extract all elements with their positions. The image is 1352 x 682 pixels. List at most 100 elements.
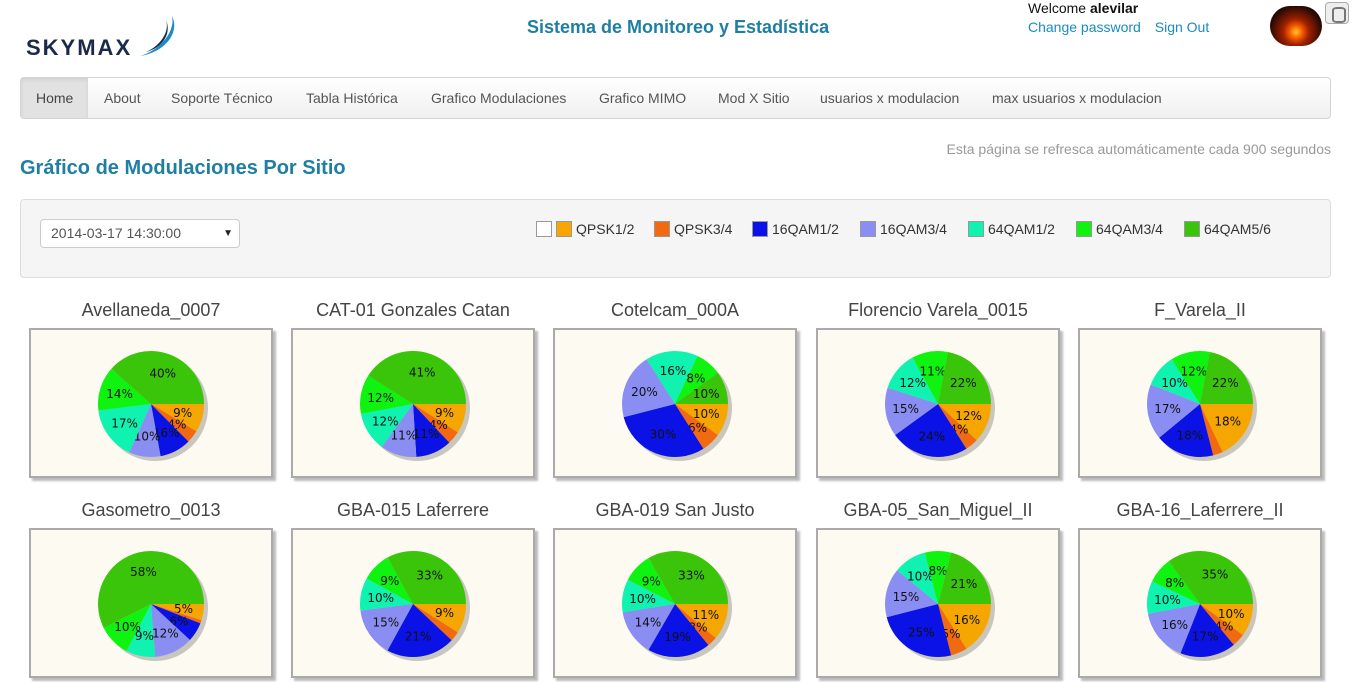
pie-slice-label: 12% [372, 415, 399, 429]
pie-chart-box: 9% 4% 16% 10% 17% 14% 40% [29, 328, 273, 478]
pie-slice-label: 58% [130, 565, 157, 579]
nav-grafico-mimo[interactable]: Grafico MIMO [584, 78, 701, 118]
page-header: SKYMAX Sistema de Monitoreo y Estadístic… [0, 0, 1352, 76]
pie-slice-label: 17% [1154, 402, 1181, 416]
pie-chart-box: 10% 4% 17% 16% 10% 8% 35% [1078, 528, 1322, 678]
pie-slice-label: 19% [664, 630, 691, 644]
chart-title: GBA-019 San Justo [595, 500, 755, 520]
date-select-value: 2014-03-17 14:30:00 [51, 225, 181, 241]
pie-slice-label: 12% [1181, 365, 1208, 379]
pie-slice-label: 24% [919, 429, 946, 443]
pie-slice-label: 10% [629, 592, 656, 606]
pie-slice-label: 15% [892, 402, 919, 416]
pie-chart-box: 12% 4% 24% 15% 12% 11% 22% [816, 328, 1060, 478]
chart-title: CAT-01 Gonzales Catan [316, 300, 510, 320]
chart-title: Florencio Varela_0015 [848, 300, 1028, 320]
nav-max-usuarios-x-modulacion[interactable]: max usuarios x modulacion [977, 78, 1177, 118]
pie-chart: 18%18%17%10%12%22% [1147, 351, 1257, 461]
page-title: Gráfico de Modulaciones Por Sitio [20, 157, 346, 179]
pie-slice-label: 40% [149, 366, 176, 380]
logo-text: SKYMAX [26, 35, 133, 60]
pie-slice-label: 10% [367, 591, 394, 605]
main-navbar: Home About Soporte Técnico Tabla Históri… [20, 77, 1331, 119]
pie-chart: 11%3%19%14%10%9% 33% [622, 551, 732, 661]
site-title: Sistema de Monitoreo y Estadística [527, 17, 830, 37]
pie-slice-label: 9% [380, 574, 399, 588]
pie-slice-label: 9% [435, 606, 454, 620]
pie-slice-label: 20% [631, 385, 658, 399]
pie-chart-box: 10% 6% 30% 20% 16% 8% 10% [553, 328, 797, 478]
pie-chart: 12%4%24%15%12%11%22% [885, 351, 995, 461]
pie-slice-label: 10% [693, 407, 720, 421]
pie-slice-label: 15% [893, 590, 920, 604]
pie-slice-label: 22% [950, 376, 977, 390]
pie-chart: 5%6%12%9%10%58% [98, 551, 208, 661]
skymax-logo[interactable]: SKYMAX [26, 12, 186, 64]
pie-chart: 9%4%11%11%12%12%41% [360, 351, 470, 461]
pie-slice-label: 18% [1177, 428, 1204, 442]
avatar[interactable] [1270, 6, 1322, 46]
pie-slice-label: 41% [409, 365, 436, 379]
nav-mod-x-sitio[interactable]: Mod X Sitio [703, 78, 805, 118]
pie-chart-box: 5% 6% 12% 9% 10% 58% [29, 528, 273, 678]
nav-about[interactable]: About [89, 78, 156, 118]
pie-slice-label: 16% [660, 364, 687, 378]
pie-slice-label: 16% [1161, 618, 1188, 632]
chart-title: F_Varela_II [1154, 300, 1246, 320]
chart-title: GBA-05_San_Miguel_II [843, 500, 1033, 520]
pie-slice-label: 30% [650, 428, 677, 442]
logo-swoosh-icon [140, 16, 175, 56]
nav-usuarios-x-modulacion[interactable]: usuarios x modulacion [805, 78, 974, 118]
pie-chart: 10%4%17%16%10%8%35% [1147, 551, 1257, 661]
pie-slice-label: 10% [1154, 593, 1181, 607]
nav-tabla-historica[interactable]: Tabla Histórica [291, 78, 413, 118]
pie-chart: 10%6%30%20%16%8%10% [622, 351, 732, 461]
database-icon[interactable] [1325, 2, 1349, 24]
pie-slice-label: 11% [920, 365, 947, 379]
nav-soporte-tecnico[interactable]: Soporte Técnico [156, 78, 288, 118]
chevron-down-icon: ▼ [223, 228, 233, 239]
pie-slice-label: 8% [686, 372, 705, 386]
pie-slice-label: 18% [1214, 415, 1241, 429]
pie-slice-label: 10% [693, 387, 720, 401]
pie-slice-label: 14% [635, 616, 662, 630]
pie-slice-label: 21% [951, 577, 978, 591]
pie-slice-label: 33% [678, 569, 705, 583]
pie-chart-box: 9% 21% 15% 10% 9% 33% [291, 528, 535, 678]
pie-slice-label: 8% [928, 564, 947, 578]
chart-title: Avellaneda_0007 [81, 300, 221, 320]
pie-slice-label: 21% [405, 629, 432, 643]
pie-slice-label: 16% [953, 613, 980, 627]
pie-slice-label: 22% [1212, 376, 1239, 390]
username: alevilar [1089, 0, 1139, 16]
user-links: Change password Sign Out [1028, 19, 1219, 35]
pie-slice-label: 15% [372, 615, 399, 629]
pie-slice-label: 25% [908, 625, 935, 639]
pie-slice-label: 17% [1192, 629, 1219, 643]
refresh-notice: Esta página se refresca automáticamente … [946, 141, 1331, 157]
pie-slice-label: 14% [106, 387, 133, 401]
chart-title: Cotelcam_000A [610, 300, 740, 320]
pie-slice-label: 9% [642, 574, 661, 588]
pie-chart-box: 11% 3% 19% 14% 10% 9% 33% [553, 528, 797, 678]
pie-chart-box: 18% 18% 17% 10% 12% 22% [1078, 328, 1322, 478]
nav-home[interactable]: Home [21, 78, 89, 118]
date-select[interactable]: 2014-03-17 14:30:00 ▼ [40, 219, 240, 248]
change-password-link[interactable]: Change password [1028, 19, 1141, 35]
pie-chart-box: 16% 5% 25% 15% 10% 8% 21% [816, 528, 1060, 678]
pie-chart: 16%5%25%15%10%8%21% [885, 551, 995, 661]
welcome-text: Welcome alevilar [1028, 0, 1138, 16]
sign-out-link[interactable]: Sign Out [1155, 19, 1209, 35]
chart-title: Gasometro_0013 [81, 500, 221, 520]
pie-slice-label: 10% [114, 620, 141, 634]
chart-title: GBA-015 Laferrere [336, 500, 490, 520]
pie-slice-label: 17% [111, 416, 138, 430]
pie-slice-label: 35% [1202, 568, 1229, 582]
pie-slice-label: 12% [152, 627, 179, 641]
pie-slice-label: 12% [955, 409, 982, 423]
pie-chart-box: 9% 4% 11% 11% 12% 12% 41% [291, 328, 535, 478]
pie-slice-label: 33% [416, 569, 443, 583]
filter-panel: 2014-03-17 14:30:00 ▼ QPSK1/2 QPSK3/4 16… [20, 199, 1331, 278]
nav-grafico-modulaciones[interactable]: Grafico Modulaciones [416, 78, 581, 118]
pie-chart: 9%21%15%10%9% 33% [360, 551, 470, 661]
